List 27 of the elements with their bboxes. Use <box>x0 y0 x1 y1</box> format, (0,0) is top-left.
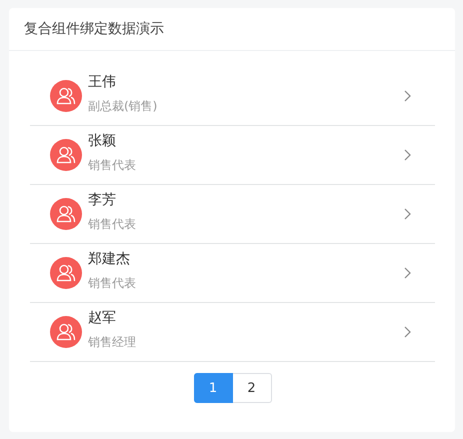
contact-name: 张颖 <box>88 132 117 150</box>
chevron-right-icon <box>404 326 411 338</box>
chevron-right-icon <box>404 267 411 279</box>
user-group-icon <box>50 80 82 112</box>
contact-item[interactable]: 郑建杰 销售代表 <box>30 244 435 303</box>
user-group-icon <box>50 257 82 289</box>
contact-item[interactable]: 赵军 销售经理 <box>30 303 435 362</box>
contact-item[interactable]: 张颖 销售代表 <box>30 126 435 185</box>
user-group-icon <box>50 316 82 348</box>
contact-item[interactable]: 王伟 副总裁(销售) <box>30 67 435 126</box>
contact-name: 郑建杰 <box>88 250 131 268</box>
chevron-right-icon <box>404 90 411 102</box>
chevron-right-icon <box>404 149 411 161</box>
contact-item[interactable]: 李芳 销售代表 <box>30 185 435 244</box>
user-group-icon <box>50 198 82 230</box>
contact-name: 李芳 <box>88 191 117 209</box>
user-group-icon <box>50 139 82 171</box>
page-button[interactable]: 2 <box>232 373 272 403</box>
contact-name: 赵军 <box>88 309 117 327</box>
contact-role: 销售经理 <box>88 334 137 351</box>
contact-name: 王伟 <box>88 73 117 91</box>
chevron-right-icon <box>404 208 411 220</box>
contact-role: 销售代表 <box>88 216 137 233</box>
contact-role: 销售代表 <box>88 275 137 292</box>
contact-role: 副总裁(销售) <box>88 98 158 115</box>
card-title: 复合组件绑定数据演示 <box>24 20 164 38</box>
contact-role: 销售代表 <box>88 157 137 174</box>
